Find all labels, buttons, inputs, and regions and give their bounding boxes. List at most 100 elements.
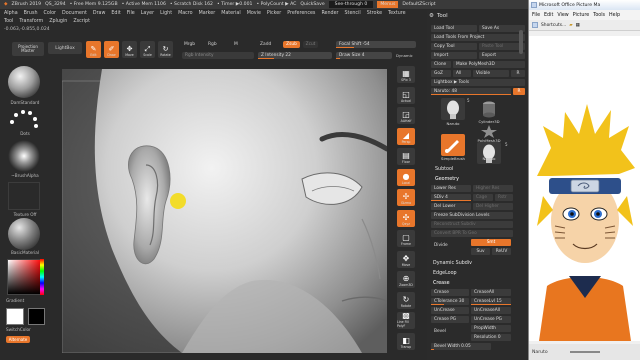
zsub-button[interactable]: Zsub [283, 41, 300, 48]
menu-alpha[interactable]: Alpha [4, 10, 18, 18]
goz-button[interactable]: GoZ [431, 70, 451, 77]
rgb-button[interactable]: Rgb [208, 42, 217, 47]
draw-size-slider[interactable]: Draw Size 4 [336, 52, 392, 59]
draw-mode-button[interactable]: ✐ Draw [104, 41, 119, 58]
dynamic-button[interactable]: Dynamic [396, 53, 413, 58]
higher-res-button[interactable]: Higher Res [473, 185, 513, 192]
export-button[interactable]: Export [479, 52, 525, 59]
shelf-local-button[interactable]: ● Local [397, 168, 415, 186]
pm-menu-edit[interactable]: Edit [544, 13, 553, 18]
menu-stencil[interactable]: Stencil [345, 10, 361, 18]
clone-button[interactable]: Clone [431, 61, 451, 68]
menu-stroke[interactable]: Stroke [367, 10, 382, 18]
shelf-line-fill-polyf-button[interactable]: ▩ Line Fill PolyF [397, 311, 415, 329]
cage-button[interactable]: Cage [473, 194, 493, 201]
z-intensity-slider[interactable]: Z Intensity 22 [258, 52, 332, 59]
lightbox-tools-button[interactable]: Lightbox ▶ Tools [431, 79, 525, 86]
bevel-width-slider[interactable]: Bevel Width 0.05 [431, 343, 491, 350]
goz-r-button[interactable]: R [511, 70, 525, 77]
bevel-button[interactable]: Bevel [431, 328, 469, 335]
copy-tool-button[interactable]: Copy Tool [431, 43, 477, 50]
reconstruct-subdiv-button[interactable]: Reconstruct Subdiv [431, 221, 513, 228]
pm-menu-picture[interactable]: Picture [573, 13, 590, 18]
shelf-move-button[interactable]: ✥ Move [397, 250, 415, 268]
thumbnail-view-icon[interactable]: ▦ [576, 23, 580, 28]
reuv-button[interactable]: ReUV [492, 248, 511, 255]
dynamic-subdiv-section[interactable]: Dynamic Subdiv [433, 261, 472, 266]
propwidth-button[interactable]: PropWidth [471, 325, 511, 332]
menu-brush[interactable]: Brush [24, 10, 38, 18]
make-polymesh-button[interactable]: Make PolyMesh3D [453, 61, 525, 68]
uncrease-pg-button[interactable]: UnCrease PG [471, 316, 511, 323]
menu-material[interactable]: Material [221, 10, 241, 18]
menu-render[interactable]: Render [321, 10, 338, 18]
stroke-dots-icon[interactable] [8, 108, 40, 130]
goz-all-button[interactable]: All [453, 70, 471, 77]
main-color-swatch[interactable] [6, 308, 24, 325]
geometry-section[interactable]: Geometry [435, 177, 459, 182]
texture-preview[interactable] [8, 182, 40, 210]
gradient-label[interactable]: Gradient [0, 298, 50, 303]
tool-thumb-cylinder[interactable] [477, 98, 501, 120]
menu-preferences[interactable]: Preferences [287, 10, 315, 18]
color-picker[interactable] [7, 259, 43, 295]
menu-transform[interactable]: Transform [19, 18, 43, 26]
menu-layer[interactable]: Layer [141, 10, 154, 18]
tool-thumb-simplebrush[interactable] [441, 134, 465, 156]
crease-pg-button[interactable]: Crease PG [431, 316, 469, 323]
material-preview[interactable] [8, 218, 40, 250]
pm-menu-tools[interactable]: Tools [593, 13, 605, 18]
menu-edit[interactable]: Edit [111, 10, 120, 18]
m-button[interactable]: M [234, 42, 238, 47]
secondary-color-swatch[interactable] [28, 308, 45, 325]
shortcuts-button[interactable]: Shortcuts... [541, 23, 566, 28]
rstr-button[interactable]: Rstr [495, 194, 513, 201]
del-higher-button[interactable]: Del Higher [473, 203, 513, 210]
crease-button[interactable]: Crease [431, 289, 469, 296]
sculpt-head-model[interactable] [62, 69, 387, 353]
shelf-qxyz-button[interactable]: ✣ Qxyz [397, 209, 415, 227]
crease-lvl-slider[interactable]: CreaseLvl 15 [471, 298, 511, 305]
freeze-subdivision-button[interactable]: Freeze SubDivision Levels [431, 212, 513, 219]
brush-preview[interactable] [8, 66, 40, 98]
zcut-button[interactable]: Zcut [303, 41, 318, 48]
scale-mode-button[interactable]: ⤢ Scale [140, 41, 155, 58]
lower-res-button[interactable]: Lower Res [431, 185, 471, 192]
switch-color-button[interactable]: SwitchColor [0, 327, 50, 332]
tool-thumb-naruto[interactable] [441, 98, 465, 120]
subtool-section[interactable]: Subtool [435, 167, 453, 172]
edit-mode-button[interactable]: ✎ Edit [86, 41, 101, 58]
suv-button[interactable]: Suv [471, 248, 490, 255]
shelf-zoom3d-button[interactable]: ⊕ Zoom3D [397, 271, 415, 288]
divide-button[interactable]: Divide [431, 242, 469, 249]
goz-visible-button[interactable]: Visible [473, 70, 509, 77]
menu-texture[interactable]: Texture [388, 10, 406, 18]
import-button[interactable]: Import [431, 52, 477, 59]
move-mode-button[interactable]: ✥ Move [122, 41, 137, 58]
uncrease-button[interactable]: UnCrease [431, 307, 469, 314]
resolution-slider[interactable]: Resolution 0 [471, 334, 511, 341]
convert-bpr-button[interactable]: Convert BPR To Geo [431, 230, 513, 237]
menu-marker[interactable]: Marker [199, 10, 216, 18]
tool-name-slider[interactable]: Naruto: 48 [431, 88, 511, 95]
zadd-button[interactable]: Zadd [260, 42, 271, 47]
menu-color[interactable]: Color [43, 10, 56, 18]
lightbox-button[interactable]: LightBox [48, 42, 82, 54]
menu-light[interactable]: Light [160, 10, 172, 18]
crease-all-button[interactable]: CreaseAll [471, 289, 511, 296]
shelf-transp-button[interactable]: ◧ Transp [397, 332, 415, 350]
menu-document[interactable]: Document [62, 10, 87, 18]
ctolerance-slider[interactable]: CTolerance 30 [431, 298, 469, 305]
shelf-spix-3-button[interactable]: ▦ SPix 3 [397, 66, 415, 83]
tool-r-button[interactable]: R [513, 88, 525, 95]
load-tools-from-project-button[interactable]: Load Tools From Project [431, 34, 525, 41]
menu-zscript[interactable]: Zscript [73, 18, 90, 26]
projection-master-button[interactable]: Projection Master [12, 42, 44, 56]
menu-draw[interactable]: Draw [93, 10, 106, 18]
crease-section[interactable]: Crease [433, 281, 450, 286]
tool-palette-header[interactable]: ⚙ Tool [427, 10, 528, 22]
shelf-rotate-button[interactable]: ↻ Rotate [397, 291, 415, 309]
default-zscript-button[interactable]: DefaultZScript [402, 2, 435, 7]
shortcuts-icon[interactable] [532, 22, 538, 28]
shelf-persp-button[interactable]: ◢ Persp [397, 127, 415, 145]
